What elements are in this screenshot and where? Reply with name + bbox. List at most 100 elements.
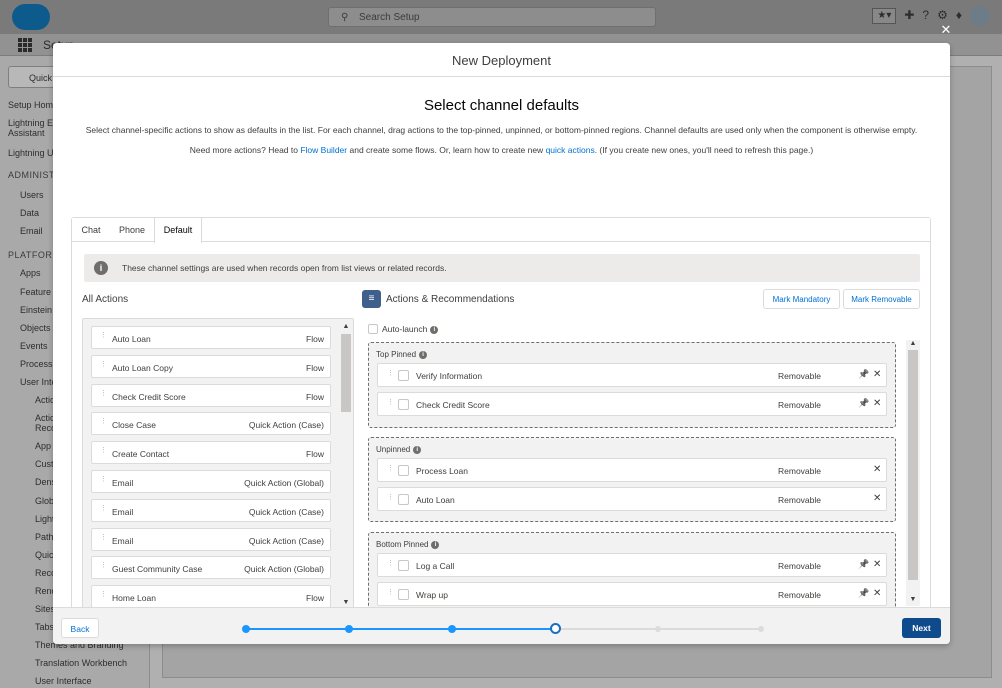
row-checkbox[interactable] xyxy=(398,560,409,571)
help-icon[interactable]: ? xyxy=(922,8,929,26)
action-list-item[interactable]: ⋮ Auto Loan Copy Flow xyxy=(91,354,331,378)
action-list-item[interactable]: ⋮ Home Loan Flow xyxy=(91,585,331,609)
drag-handle-icon[interactable]: ⋮ xyxy=(100,418,107,429)
sidebar-item[interactable]: Apps xyxy=(20,268,41,278)
sidebar-item[interactable]: App xyxy=(35,441,51,451)
sidebar-item[interactable]: Lightning Us xyxy=(8,148,58,158)
action-list-item[interactable]: ⋮ Email Quick Action (Case) xyxy=(91,498,331,522)
remove-icon[interactable]: ✕ xyxy=(873,559,881,570)
action-list-item[interactable]: ⋮ Auto Loan Flow xyxy=(91,326,331,349)
sidebar-item[interactable]: Path xyxy=(35,532,54,542)
scroll-thumb[interactable] xyxy=(341,334,351,412)
drag-handle-icon[interactable]: ⋮ xyxy=(100,332,107,343)
drag-handle-icon[interactable]: ⋮ xyxy=(100,505,107,516)
sidebar-item[interactable]: Glob xyxy=(35,496,54,506)
scroll-down-icon[interactable]: ▼ xyxy=(908,596,918,603)
remove-icon[interactable]: ✕ xyxy=(873,493,881,504)
drag-handle-icon[interactable]: ⋮ xyxy=(100,534,107,545)
pin-icon[interactable]: 📌 xyxy=(858,559,869,570)
action-list-item[interactable]: ⋮ Email Quick Action (Case) xyxy=(91,527,331,551)
drag-handle-icon[interactable]: ⋮ xyxy=(387,370,394,377)
pin-icon[interactable]: 📌 xyxy=(858,398,869,409)
tab-chat[interactable]: Chat xyxy=(72,218,110,242)
auto-launch-checkbox[interactable] xyxy=(368,324,378,334)
remove-icon[interactable]: ✕ xyxy=(873,369,881,380)
recommendation-row[interactable]: ⋮ Auto Loan Removable ✕ xyxy=(377,487,887,511)
pin-icon[interactable]: 📌 xyxy=(858,588,869,599)
sidebar-item[interactable]: Email xyxy=(20,226,43,236)
row-checkbox[interactable] xyxy=(398,465,409,476)
recommendation-row[interactable]: ⋮ Wrap up Removable 📌 ✕ xyxy=(377,582,887,606)
recommendation-row[interactable]: ⋮ Verify Information Removable 📌 ✕ xyxy=(377,363,887,387)
add-icon[interactable]: ✚ xyxy=(904,8,914,26)
sidebar-item[interactable]: Quic xyxy=(35,550,54,560)
drag-handle-icon[interactable]: ⋮ xyxy=(387,465,394,472)
next-button[interactable]: Next xyxy=(902,618,941,638)
close-icon[interactable]: ✕ xyxy=(940,23,952,36)
remove-icon[interactable]: ✕ xyxy=(873,464,881,475)
sidebar-item[interactable]: Sites xyxy=(35,604,55,614)
recommendation-row[interactable]: ⋮ Process Loan Removable ✕ xyxy=(377,458,887,482)
scroll-up-icon[interactable]: ▲ xyxy=(341,323,351,330)
sidebar-item[interactable]: Light xyxy=(35,514,55,524)
scroll-up-icon[interactable]: ▲ xyxy=(908,340,918,347)
pin-icon[interactable]: 📌 xyxy=(858,369,869,380)
sidebar-item[interactable]: Data xyxy=(20,208,39,218)
sidebar-item[interactable]: Actio xyxy=(35,413,55,423)
remove-icon[interactable]: ✕ xyxy=(873,588,881,599)
mark-removable-button[interactable]: Mark Removable xyxy=(843,289,920,309)
favorites-icon[interactable]: ★▾ xyxy=(872,8,897,24)
recommendation-row[interactable]: ⋮ Log a Call Removable 📌 ✕ xyxy=(377,553,887,577)
scroll-thumb[interactable] xyxy=(908,350,918,580)
setup-search-input[interactable]: ⚲ Search Setup xyxy=(328,7,656,27)
app-launcher-icon[interactable] xyxy=(18,38,32,52)
drag-handle-icon[interactable]: ⋮ xyxy=(100,591,107,602)
scroll-down-icon[interactable]: ▼ xyxy=(341,599,351,606)
recommendation-row[interactable]: ⋮ Check Credit Score Removable 📌 ✕ xyxy=(377,392,887,416)
sidebar-item[interactable]: Einstein xyxy=(20,305,52,315)
row-checkbox[interactable] xyxy=(398,399,409,410)
sidebar-item[interactable]: Actio xyxy=(35,395,55,405)
drag-handle-icon[interactable]: ⋮ xyxy=(387,560,394,567)
sidebar-item[interactable]: Setup Home xyxy=(8,100,58,110)
sidebar-item[interactable]: Cust xyxy=(35,459,54,469)
drag-handle-icon[interactable]: ⋮ xyxy=(100,361,107,372)
progress-step[interactable] xyxy=(550,623,561,634)
tab-default[interactable]: Default xyxy=(154,218,202,243)
sidebar-item[interactable]: Lightning Ex xyxy=(8,118,58,128)
progress-step[interactable] xyxy=(242,625,250,633)
top-pinned-region[interactable]: Top Pinned i ⋮ Verify Information Removable… xyxy=(368,342,896,428)
progress-step[interactable] xyxy=(758,626,764,632)
unpinned-region[interactable]: Unpinned i ⋮ Process Loan Removable ✕ ⋮ Auto L… xyxy=(368,437,896,522)
drag-handle-icon[interactable]: ⋮ xyxy=(387,589,394,596)
drag-handle-icon[interactable]: ⋮ xyxy=(387,494,394,501)
progress-step[interactable] xyxy=(345,625,353,633)
ar-scrollbar[interactable]: ▲ ▼ xyxy=(906,340,920,606)
drag-handle-icon[interactable]: ⋮ xyxy=(100,562,107,573)
avatar[interactable] xyxy=(970,6,990,26)
row-checkbox[interactable] xyxy=(398,589,409,600)
back-button[interactable]: Back xyxy=(61,618,99,638)
row-checkbox[interactable] xyxy=(398,370,409,381)
all-actions-list[interactable]: ⋮ Auto Loan Flow ⋮ Auto Loan Copy Flow ⋮ Check … xyxy=(82,318,354,610)
sidebar-item[interactable]: Events xyxy=(20,341,48,351)
mark-mandatory-button[interactable]: Mark Mandatory xyxy=(763,289,840,309)
sidebar-item[interactable]: Assistant xyxy=(8,128,45,138)
drag-handle-icon[interactable]: ⋮ xyxy=(100,390,107,401)
bell-icon[interactable]: ♦ xyxy=(956,8,962,26)
action-list-item[interactable]: ⋮ Email Quick Action (Global) xyxy=(91,470,331,493)
progress-step[interactable] xyxy=(448,625,456,633)
drag-handle-icon[interactable]: ⋮ xyxy=(100,447,107,458)
sidebar-item[interactable]: Users xyxy=(20,190,44,200)
sidebar-item[interactable]: ADMINIST xyxy=(8,170,55,180)
flow-builder-link[interactable]: Flow Builder xyxy=(300,145,347,155)
drag-handle-icon[interactable]: ⋮ xyxy=(100,476,107,487)
remove-icon[interactable]: ✕ xyxy=(873,398,881,409)
action-list-item[interactable]: ⋮ Create Contact Flow xyxy=(91,441,331,465)
progress-step[interactable] xyxy=(655,626,661,632)
all-actions-scrollbar[interactable]: ▲ ▼ xyxy=(339,319,353,609)
action-list-item[interactable]: ⋮ Check Credit Score Flow xyxy=(91,383,331,407)
action-list-item[interactable]: ⋮ Close Case Quick Action (Case) xyxy=(91,412,331,436)
action-list-item[interactable]: ⋮ Guest Community Case Quick Action (Globa… xyxy=(91,556,331,580)
sidebar-item[interactable]: Translation Workbench xyxy=(35,658,127,668)
